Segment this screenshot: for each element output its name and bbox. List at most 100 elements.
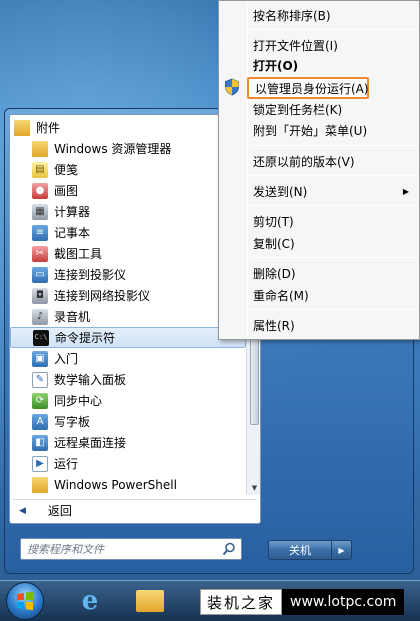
program-item-run[interactable]: ▶ 运行 [10, 453, 246, 474]
menu-label: 发送到(N) [253, 184, 308, 199]
start-button[interactable] [6, 582, 44, 620]
folder-label: 附件 [36, 121, 61, 135]
menu-label: 按名称排序(B) [253, 8, 331, 23]
watermark: 装机之家 www.lotpc.com [200, 588, 416, 616]
program-item-sync-center[interactable]: ⟳ 同步中心 [10, 390, 246, 411]
projector-icon: ▭ [32, 266, 48, 283]
taskbar-explorer-button[interactable] [128, 584, 172, 618]
folder-icon [136, 590, 164, 612]
program-label: 便笺 [54, 163, 79, 177]
program-item-remote-desktop[interactable]: ◧ 远程桌面连接 [10, 432, 246, 453]
program-label: 写字板 [54, 415, 91, 429]
program-label: Windows 资源管理器 [54, 142, 172, 156]
menu-item-pin-to-taskbar[interactable]: 锁定到任务栏(K) [221, 99, 417, 119]
shutdown-control: 关机 ▶ [268, 540, 356, 560]
watermark-url: www.lotpc.com [282, 589, 405, 615]
math-input-icon: ✎ [32, 371, 48, 388]
program-item-calculator[interactable]: ▦ 计算器 [10, 201, 246, 222]
program-item-snipping-tool[interactable]: ✂ 截图工具 [10, 243, 246, 264]
program-label: 记事本 [54, 226, 91, 240]
program-label: 数学输入面板 [54, 373, 127, 387]
program-label: 命令提示符 [55, 331, 116, 345]
program-label: Windows PowerShell [54, 477, 177, 492]
program-item-command-prompt[interactable]: C:\ 命令提示符 [10, 327, 246, 348]
internet-explorer-icon: e [81, 586, 99, 616]
menu-item-sort-by-name[interactable]: 按名称排序(B) [221, 5, 417, 25]
menu-item-send-to[interactable]: 发送到(N) ▶ [221, 181, 417, 201]
program-label: 画图 [54, 184, 79, 198]
sticky-notes-icon: ▤ [32, 161, 48, 178]
windows-logo-icon [17, 591, 33, 611]
menu-item-run-as-administrator[interactable]: 以管理员身份运行(A) [247, 77, 369, 99]
program-item-notepad[interactable]: ≡ 记事本 [10, 222, 246, 243]
wordpad-icon: A [32, 413, 48, 430]
program-item-powershell-folder[interactable]: Windows PowerShell [10, 474, 246, 495]
menu-label: 重命名(M) [253, 288, 309, 303]
search-input[interactable]: 搜索程序和文件 [20, 538, 242, 560]
run-icon: ▶ [32, 455, 48, 472]
watermark-site-name: 装机之家 [200, 589, 283, 615]
program-label: 同步中心 [54, 394, 103, 408]
menu-label: 锁定到任务栏(K) [253, 102, 343, 117]
microphone-icon: ♪ [32, 308, 48, 325]
uac-shield-icon [225, 78, 239, 96]
menu-item-copy[interactable]: 复制(C) [221, 233, 417, 253]
shutdown-button[interactable]: 关机 [268, 540, 332, 560]
program-item-sticky-notes[interactable]: ▤ 便笺 [10, 159, 246, 180]
program-item-projector[interactable]: ▭ 连接到投影仪 [10, 264, 246, 285]
menu-item-properties[interactable]: 属性(R) [221, 315, 417, 335]
menu-separator [249, 145, 417, 146]
program-item-math-input[interactable]: ✎ 数学输入面板 [10, 369, 246, 390]
folder-icon [32, 476, 48, 493]
menu-label: 以管理员身份运行(A) [255, 81, 369, 96]
back-arrow-icon: ◀ [19, 505, 26, 516]
program-list: 附件 Windows 资源管理器 ▤ 便笺 ● 画图 ▦ 计算器 ≡ 记事本 ✂… [10, 115, 246, 495]
menu-label: 附到「开始」菜单(U) [253, 123, 368, 138]
submenu-arrow-icon: ▶ [402, 186, 409, 196]
menu-label: 剪切(T) [253, 214, 294, 229]
menu-separator [249, 29, 417, 30]
explorer-icon [32, 140, 48, 157]
menu-label: 还原以前的版本(V) [253, 154, 355, 169]
program-label: 录音机 [54, 310, 91, 324]
shutdown-options-arrow-icon[interactable]: ▶ [332, 540, 352, 560]
program-label: 计算器 [54, 205, 91, 219]
accessories-folder[interactable]: 附件 [10, 117, 246, 138]
program-item-wordpad[interactable]: A 写字板 [10, 411, 246, 432]
program-item-getting-started[interactable]: ▣ 入门 [10, 348, 246, 369]
sync-icon: ⟳ [32, 392, 48, 409]
menu-item-delete[interactable]: 删除(D) [221, 263, 417, 283]
program-label: 截图工具 [54, 247, 103, 261]
menu-label: 删除(D) [253, 266, 296, 281]
notepad-icon: ≡ [32, 224, 48, 241]
program-label: 远程桌面连接 [54, 436, 127, 450]
menu-separator [249, 309, 417, 310]
scroll-down-icon[interactable]: ▼ [247, 481, 260, 495]
menu-item-rename[interactable]: 重命名(M) [221, 285, 417, 305]
getting-started-icon: ▣ [32, 350, 48, 367]
network-projector-icon: ◘ [32, 287, 48, 304]
back-button[interactable]: ◀ 返回 [13, 499, 257, 521]
program-item-paint[interactable]: ● 画图 [10, 180, 246, 201]
menu-separator [249, 175, 417, 176]
back-label: 返回 [47, 504, 72, 518]
taskbar-ie-button[interactable]: e [68, 584, 112, 618]
menu-item-cut[interactable]: 剪切(T) [221, 211, 417, 231]
menu-separator [249, 205, 417, 206]
menu-item-open-file-location[interactable]: 打开文件位置(I) [221, 35, 417, 55]
menu-label: 打开(O) [253, 58, 299, 73]
program-label: 连接到投影仪 [54, 268, 127, 282]
program-label: 入门 [54, 352, 79, 366]
cmd-icon: C:\ [33, 329, 49, 346]
menu-item-restore-previous-versions[interactable]: 还原以前的版本(V) [221, 151, 417, 171]
menu-item-open[interactable]: 打开(O) [221, 55, 417, 75]
menu-label: 属性(R) [253, 318, 295, 333]
program-item-explorer[interactable]: Windows 资源管理器 [10, 138, 246, 159]
menu-label: 打开文件位置(I) [253, 38, 338, 53]
program-item-network-projector[interactable]: ◘ 连接到网络投影仪 [10, 285, 246, 306]
menu-item-pin-to-start-menu[interactable]: 附到「开始」菜单(U) [221, 120, 417, 140]
menu-label: 复制(C) [253, 236, 295, 251]
search-placeholder: 搜索程序和文件 [27, 543, 104, 556]
program-item-sound-recorder[interactable]: ♪ 录音机 [10, 306, 246, 327]
paint-icon: ● [32, 182, 48, 199]
